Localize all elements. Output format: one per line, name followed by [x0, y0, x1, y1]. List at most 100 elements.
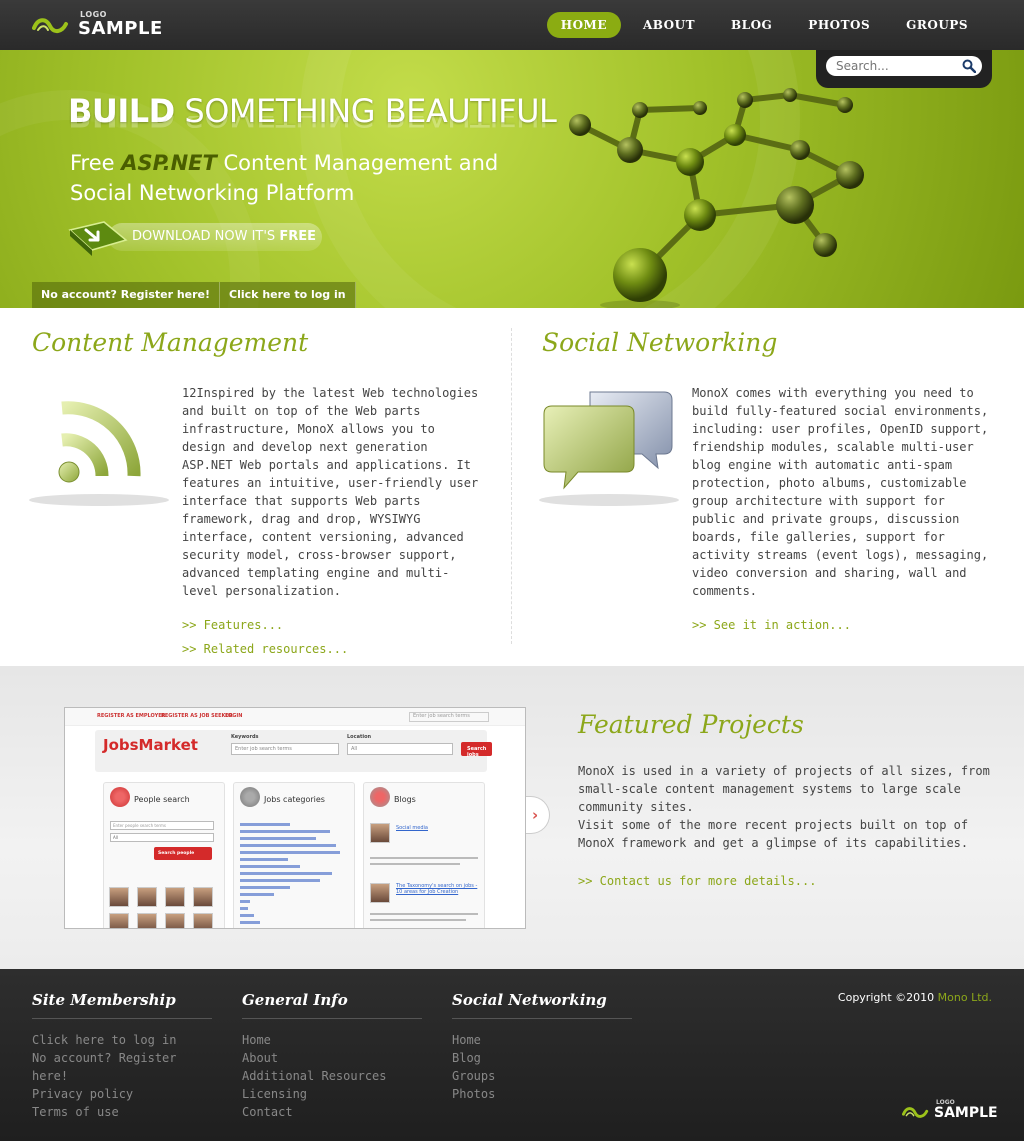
- footer-link[interactable]: Licensing: [242, 1085, 422, 1103]
- footer-social: Social Networking Home Blog Groups Photo…: [452, 991, 632, 1103]
- social-networking-heading: Social Networking: [542, 328, 778, 357]
- footer-general-info: General Info Home About Additional Resou…: [242, 991, 422, 1121]
- screenshot-panel-title: Blogs: [394, 795, 416, 804]
- screenshot-people-button: Search people: [154, 847, 212, 860]
- screenshot-top-link: REGISTER AS EMPLOYER: [97, 713, 166, 719]
- rss-icon: [29, 401, 169, 506]
- screenshot-top-link: LOGIN: [225, 713, 243, 719]
- nav-groups[interactable]: GROUPS: [892, 12, 982, 38]
- screenshot-keywords-field: Enter job search terms: [231, 743, 339, 755]
- screenshot-keywords-label: Keywords: [231, 734, 259, 740]
- avatar: [165, 887, 185, 907]
- screenshot-panel-title: People search: [134, 795, 190, 804]
- screenshot-top-bar: REGISTER AS EMPLOYER REGISTER AS JOB SEE…: [65, 708, 525, 726]
- screenshot-location-label: Location: [347, 734, 372, 740]
- register-link[interactable]: No account? Register here!: [32, 282, 221, 308]
- footer-link[interactable]: Home: [242, 1031, 422, 1049]
- category-link: [240, 900, 250, 903]
- blog-text-line: [370, 913, 478, 915]
- avatar: [109, 887, 129, 907]
- screenshot-blog-post-link: The Taxonomy's search on jobs - 10 areas…: [396, 883, 478, 895]
- search-input[interactable]: [826, 56, 982, 76]
- hero-title: BUILD SOMETHING BEAUTIFUL BUILD SOMETHIN…: [68, 92, 557, 134]
- logo-swirl-icon: [32, 18, 68, 33]
- footer-link[interactable]: Photos: [452, 1085, 632, 1103]
- avatar: [165, 913, 185, 928]
- globe-icon: [240, 787, 260, 807]
- avatar: [370, 823, 390, 843]
- intro-section: Content Management 12Inspired by the lat…: [0, 308, 1024, 666]
- category-link: [240, 914, 254, 917]
- screenshot-top-search: Enter job search terms: [409, 712, 489, 722]
- see-in-action-link[interactable]: >> See it in action...: [692, 618, 851, 632]
- avatar: [370, 883, 390, 903]
- features-link[interactable]: >> Features...: [182, 618, 283, 632]
- nav-home[interactable]: HOME: [546, 12, 621, 38]
- featured-projects-heading: Featured Projects: [578, 710, 804, 739]
- category-link: [240, 858, 288, 861]
- main-nav: HOME ABOUT BLOG PHOTOS GROUPS: [546, 12, 982, 38]
- category-link: [240, 837, 316, 840]
- screenshot-location-select: All: [347, 743, 453, 755]
- footer-link[interactable]: Blog: [452, 1049, 632, 1067]
- nav-about[interactable]: ABOUT: [629, 12, 709, 38]
- social-networking-text: MonoX comes with everything you need to …: [692, 386, 989, 598]
- footer-link[interactable]: Privacy policy: [32, 1085, 212, 1103]
- chat-icon: [370, 787, 390, 807]
- top-bar: LOGO SAMPLE HOME ABOUT BLOG PHOTOS GROUP…: [0, 0, 1024, 50]
- content-management-column: Content Management 12Inspired by the lat…: [29, 328, 502, 656]
- column-divider: [511, 328, 512, 644]
- avatar: [137, 913, 157, 928]
- footer-link[interactable]: No account? Register here!: [32, 1049, 212, 1085]
- molecule-graphic: [569, 88, 864, 308]
- contact-link[interactable]: >> Contact us for more details...: [578, 874, 816, 888]
- search-icon[interactable]: [962, 59, 976, 73]
- nav-photos[interactable]: PHOTOS: [794, 12, 884, 38]
- category-link: [240, 879, 320, 882]
- category-link: [240, 886, 290, 889]
- footer-membership: Site Membership Click here to log in No …: [32, 991, 212, 1121]
- carousel-next-button[interactable]: ›: [526, 796, 550, 834]
- login-link[interactable]: Click here to log in: [220, 282, 356, 308]
- featured-text-1: MonoX is used in a variety of projects o…: [578, 764, 990, 814]
- search-area: [816, 50, 992, 88]
- category-link: [240, 872, 332, 875]
- blog-text-line: [370, 863, 460, 865]
- footer-logo[interactable]: LOGO SAMPLE: [902, 1099, 998, 1125]
- site-logo[interactable]: LOGO SAMPLE: [32, 10, 162, 40]
- chevron-right-icon: ›: [532, 806, 539, 824]
- screenshot-blog-post-link: Social media: [396, 825, 428, 831]
- category-link: [240, 851, 340, 854]
- screenshot-top-link: REGISTER AS JOB SEEKER: [161, 713, 233, 719]
- hero-account-links: No account? Register here! Click here to…: [32, 282, 356, 308]
- avatar: [137, 887, 157, 907]
- footer: Site Membership Click here to log in No …: [0, 969, 1024, 1141]
- category-link: [240, 830, 330, 833]
- footer-link[interactable]: Home: [452, 1031, 632, 1049]
- footer-link[interactable]: Additional Resources: [242, 1067, 422, 1085]
- nav-blog[interactable]: BLOG: [717, 12, 786, 38]
- footer-link[interactable]: Click here to log in: [32, 1031, 212, 1049]
- blog-text-line: [370, 919, 466, 921]
- download-label: DOWNLOAD NOW IT'S FREE: [132, 229, 316, 244]
- featured-text-2: Visit some of the more recent projects b…: [578, 818, 969, 850]
- category-link: [240, 907, 248, 910]
- screenshot-brand: JobsMarket: [103, 736, 198, 754]
- screenshot-people-select: All: [110, 833, 214, 842]
- category-link: [240, 921, 260, 924]
- download-arrow-icon: [68, 221, 128, 256]
- avatar: [193, 913, 213, 928]
- related-resources-link[interactable]: >> Related resources...: [182, 642, 348, 656]
- copyright-text: Copyright ©2010 Mono Ltd.: [837, 991, 992, 1004]
- screenshot-blogs-panel: Blogs Social media The Taxonomy's search…: [363, 782, 485, 928]
- footer-link[interactable]: Groups: [452, 1067, 632, 1085]
- screenshot-people-field: Enter people search terms: [110, 821, 214, 830]
- company-link[interactable]: Mono Ltd.: [938, 991, 992, 1004]
- footer-link[interactable]: Terms of use: [32, 1103, 212, 1121]
- footer-link[interactable]: About: [242, 1049, 422, 1067]
- avatar: [193, 887, 213, 907]
- download-button[interactable]: DOWNLOAD NOW IT'S FREE: [68, 218, 322, 256]
- footer-link[interactable]: Contact: [242, 1103, 422, 1121]
- screenshot-search-button: Search jobs: [461, 742, 493, 758]
- project-screenshot[interactable]: REGISTER AS EMPLOYER REGISTER AS JOB SEE…: [64, 707, 526, 929]
